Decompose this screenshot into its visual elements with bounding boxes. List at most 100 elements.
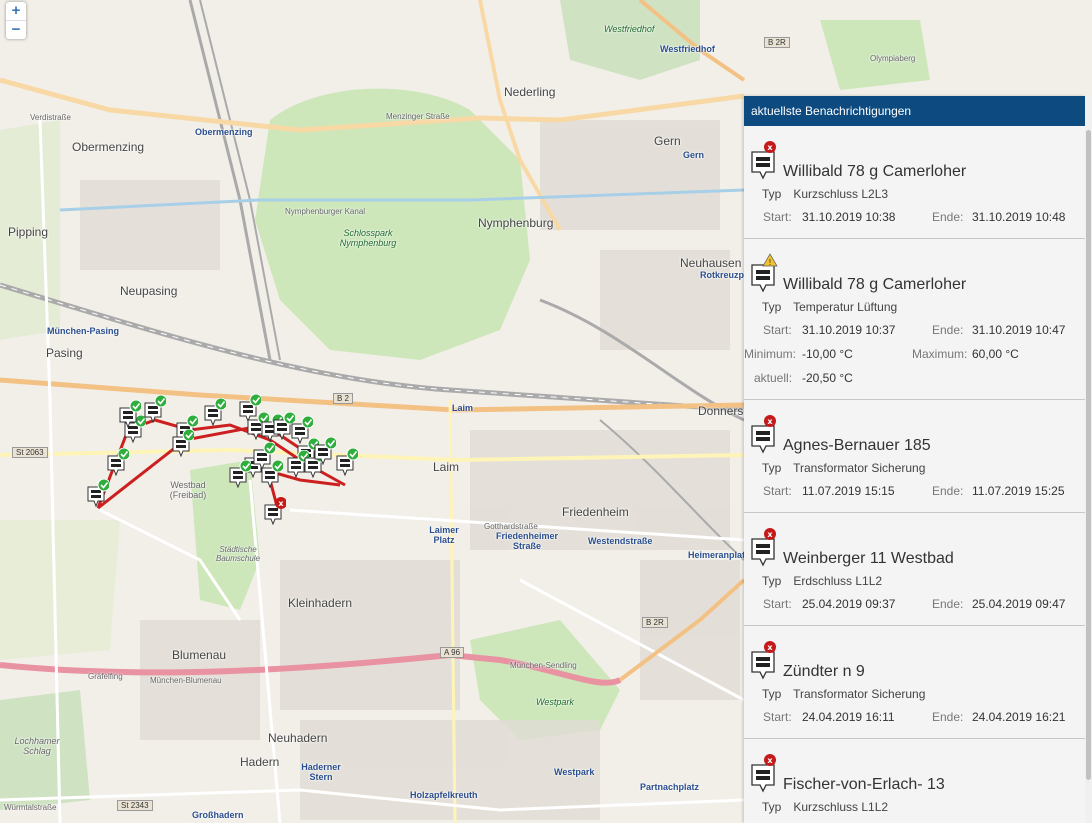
time-row: Start: 31.10.2019 10:38 Ende: 31.10.2019 10… xyxy=(744,206,1085,230)
time-row: Start: 31.10.2019 10:37 Ende: 31.10.2019 10… xyxy=(744,319,1085,343)
minimum-label: Minimum: xyxy=(744,347,797,361)
type-label: Typ xyxy=(762,574,782,588)
label-verdistrasse: Verdistraße xyxy=(30,113,71,122)
label-westpark: Westpark xyxy=(536,697,574,707)
zoom-out-button[interactable]: − xyxy=(6,20,26,39)
notification-title: Fischer-von-Erlach- 13 xyxy=(783,776,945,793)
blumenau-fields xyxy=(0,520,120,660)
start-label: Start: xyxy=(763,323,792,337)
notification-title: Willibald 78 g Camerloher xyxy=(783,276,967,293)
station-ok-marker[interactable] xyxy=(119,400,141,428)
notification-title: Weinberger 11 Westbad xyxy=(783,550,954,567)
notification-item[interactable]: ! Willibald 78 g Camerloher Typ Temperatur… xyxy=(744,239,1085,400)
station-error-icon: x xyxy=(750,753,776,793)
notification-item[interactable]: x Willibald 78 g Camerloher Typ Kurzschlus… xyxy=(744,126,1085,239)
shield-b2r-top: B 2R xyxy=(764,37,790,48)
station-error-marker[interactable]: x xyxy=(264,497,286,525)
type-value: Kurzschluss L2L3 xyxy=(793,187,889,201)
svg-text:x: x xyxy=(767,643,773,652)
start-label: Start: xyxy=(763,210,792,224)
start-value: 25.04.2019 09:37 xyxy=(802,597,896,611)
svg-text:x: x xyxy=(767,417,773,426)
zoom-control: + − xyxy=(6,2,26,39)
station-ok-marker[interactable] xyxy=(314,437,336,465)
range-row: Minimum: -10,00 °C Maximum: 60,00 °C xyxy=(744,343,1085,367)
start-value: 11.07.2019 15:15 xyxy=(802,484,895,498)
notification-list[interactable]: x Willibald 78 g Camerloher Typ Kurzschlus… xyxy=(744,126,1085,823)
station-warning-icon: ! xyxy=(750,253,778,293)
label-gern-station: Gern xyxy=(683,150,705,160)
label-kleinhadern: Kleinhadern xyxy=(288,596,353,610)
type-value: Erdschluss L1L2 xyxy=(793,574,883,588)
svg-text:x: x xyxy=(767,756,773,765)
end-value: 24.04.2019 16:21 xyxy=(972,710,1066,724)
notification-item[interactable]: x Zündter n 9 Typ Transformator Sicherung S… xyxy=(744,626,1085,739)
end-label: Ende: xyxy=(932,484,964,498)
start-label: Start: xyxy=(763,597,792,611)
notification-type: Typ Kurzschluss L2L3 xyxy=(744,186,1085,202)
notification-item[interactable]: x Weinberger 11 Westbad Typ Erdschluss L1L… xyxy=(744,513,1085,626)
notification-type: Typ Transformator Sicherung xyxy=(744,460,1085,476)
label-muenchen-blumenau: München-Blumenau xyxy=(150,676,222,685)
label-obermenzing-station: Obermenzing xyxy=(195,127,253,137)
shield-st2063: St 2063 xyxy=(12,447,48,458)
station-ok-marker[interactable] xyxy=(253,442,275,470)
station-error-icon: x xyxy=(750,414,776,454)
type-label: Typ xyxy=(762,300,782,314)
label-menzinger-strasse: Menzinger Straße xyxy=(386,112,450,121)
end-label: Ende: xyxy=(932,210,964,224)
station-ok-marker[interactable] xyxy=(204,398,226,426)
scrollbar-thumb[interactable] xyxy=(1086,130,1091,780)
label-neupasing: Neupasing xyxy=(120,284,178,298)
current-label: aktuell: xyxy=(754,371,793,385)
time-row: Start: 24.04.2019 16:11 Ende: 24.04.2019 16… xyxy=(744,706,1085,730)
end-value: 11.07.2019 15:25 xyxy=(972,484,1065,498)
notification-type: Typ Temperatur Lüftung xyxy=(744,299,1085,315)
label-baumschule: Städtische Baumschule xyxy=(215,545,261,563)
label-holzapfelkreuth: Holzapfelkreuth xyxy=(410,790,478,800)
start-label: Start: xyxy=(763,710,792,724)
notification-title: Agnes-Bernauer 185 xyxy=(783,437,931,454)
westfriedhof-area xyxy=(560,0,700,80)
station-error-icon: x xyxy=(750,640,776,680)
label-friedenheimer-strasse: Friedenheimer Straße xyxy=(495,531,559,551)
label-laim-station: Laim xyxy=(452,403,474,413)
shield-b2r-bottom: B 2R xyxy=(642,617,668,628)
label-obermenzing: Obermenzing xyxy=(72,140,145,154)
end-label: Ende: xyxy=(932,597,964,611)
type-label: Typ xyxy=(762,187,782,201)
type-label: Typ xyxy=(762,800,782,814)
label-westfriedhof-station: Westfriedhof xyxy=(660,44,715,54)
maximum-value: 60,00 °C xyxy=(972,347,1019,361)
station-error-icon: x xyxy=(750,527,776,567)
label-blumenau: Blumenau xyxy=(172,648,227,662)
label-westendstrasse: Westendstraße xyxy=(588,536,653,546)
label-gern: Gern xyxy=(654,134,681,148)
panel-scrollbar[interactable] xyxy=(1085,96,1092,823)
label-olympiaberg: Olympiaberg xyxy=(870,54,916,63)
notification-item[interactable]: x Agnes-Bernauer 185 Typ Transformator Sic… xyxy=(744,400,1085,513)
label-gotthardstrasse: Gotthardstraße xyxy=(484,522,538,531)
shield-a96: A 96 xyxy=(440,647,465,658)
station-ok-marker[interactable] xyxy=(172,429,194,457)
svg-text:x: x xyxy=(767,530,773,539)
station-ok-marker[interactable] xyxy=(144,395,166,423)
notification-type: Typ Kurzschluss L1L2 xyxy=(744,799,1085,815)
station-ok-marker[interactable] xyxy=(87,479,109,507)
end-label: Ende: xyxy=(932,323,964,337)
current-value: -20,50 °C xyxy=(802,371,853,385)
label-pipping: Pipping xyxy=(8,225,49,239)
station-ok-marker[interactable] xyxy=(107,448,129,476)
label-muenchen-pasing: München-Pasing xyxy=(47,326,120,336)
label-nederling: Nederling xyxy=(504,85,556,99)
zoom-in-button[interactable]: + xyxy=(6,2,26,20)
shield-b2: B 2 xyxy=(333,393,354,404)
label-partnachplatz: Partnachplatz xyxy=(640,782,700,792)
label-muenchen-sendling: München-Sendling xyxy=(510,661,577,670)
station-ok-marker[interactable] xyxy=(229,460,251,488)
label-westbad: Westbad (Freibad) xyxy=(169,480,207,500)
label-laim: Laim xyxy=(433,460,460,474)
notification-item[interactable]: x Fischer-von-Erlach- 13 Typ Kurzschluss L… xyxy=(744,739,1085,823)
station-ok-marker[interactable] xyxy=(336,448,358,476)
start-value: 31.10.2019 10:38 xyxy=(802,210,896,224)
